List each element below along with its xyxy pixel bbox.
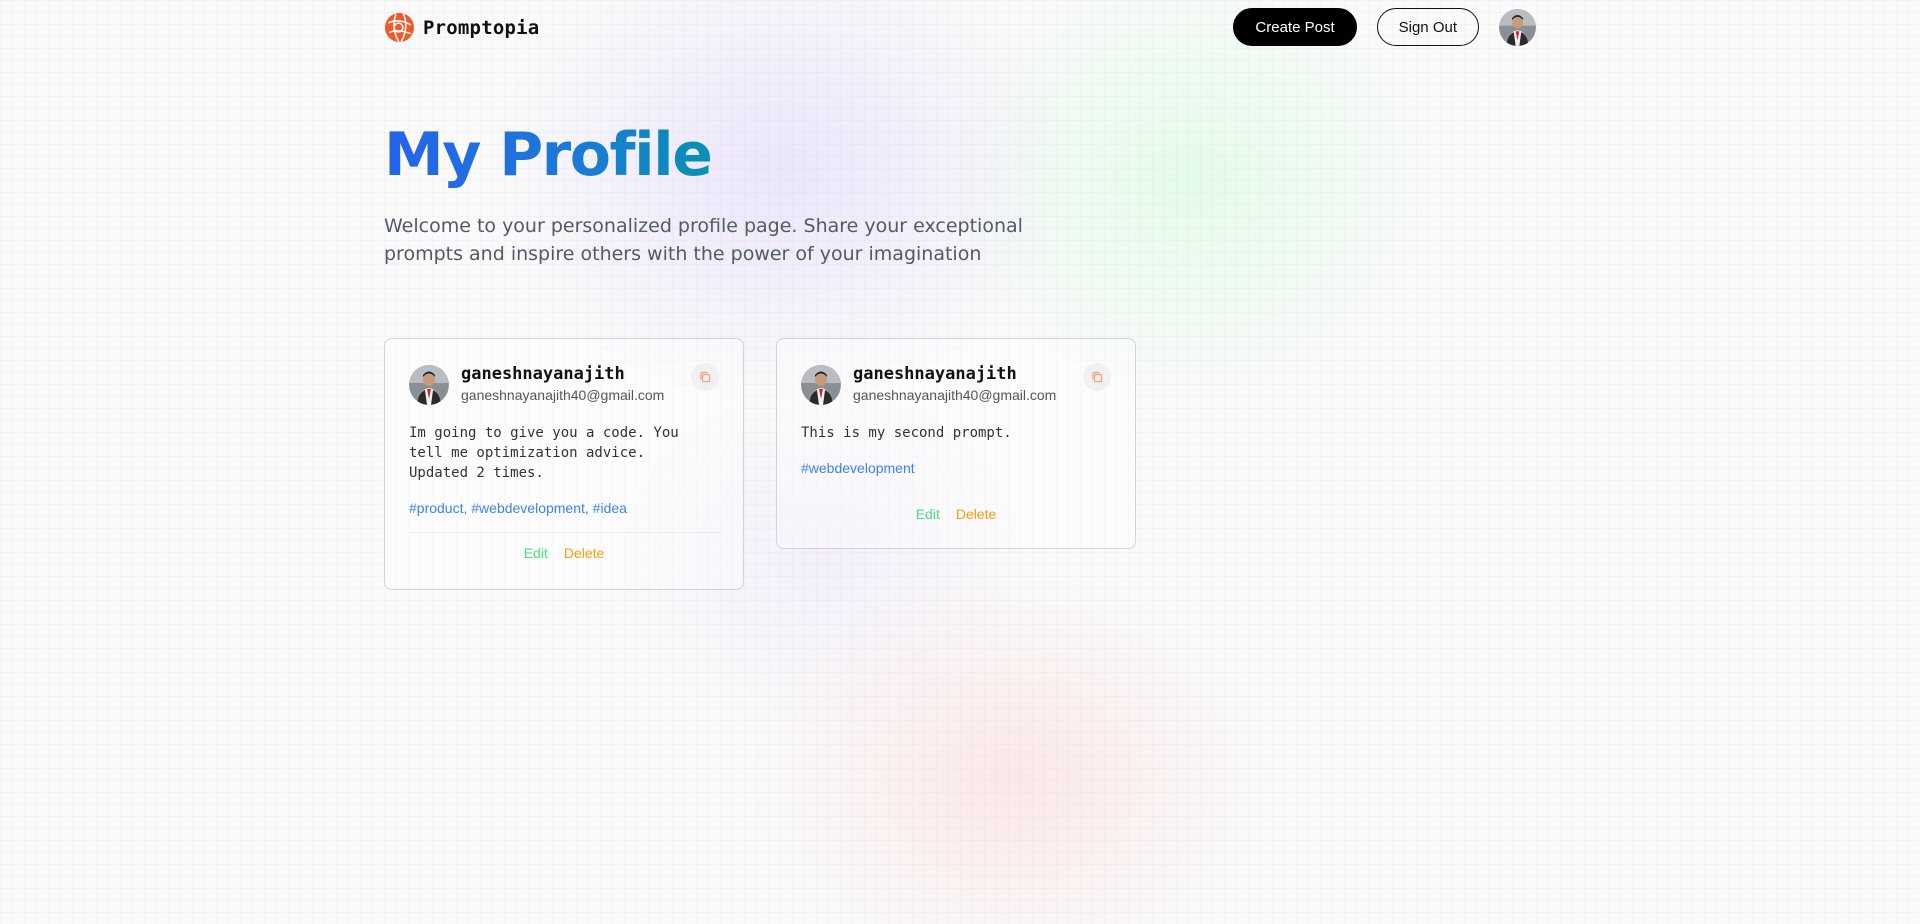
card-header: ganeshnayanajith ganeshnayanajith40@gmai… [801,363,1111,405]
prompt-card: ganeshnayanajith ganeshnayanajith40@gmai… [384,338,744,590]
card-actions: Edit Delete [801,500,1111,522]
brand-name: Promptopia [423,16,540,39]
card-avatar[interactable] [409,365,449,405]
copy-icon [700,371,711,383]
delete-button[interactable]: Delete [956,506,996,522]
delete-button[interactable]: Delete [564,545,604,561]
page-title: My Profile [384,120,713,190]
globe-logo-icon [384,12,415,43]
top-nav: Promptopia Create Post Sign Out [384,8,1536,48]
card-email: ganeshnayanajith40@gmail.com [853,387,1057,403]
card-user-info[interactable]: ganeshnayanajith ganeshnayanajith40@gmai… [853,363,1056,404]
user-avatar[interactable] [1499,8,1536,46]
card-avatar[interactable] [801,365,841,405]
card-header: ganeshnayanajith ganeshnayanajith40@gmai… [409,363,719,405]
card-username: ganeshnayanajith [461,364,625,384]
card-tags[interactable]: #webdevelopment [801,460,1111,476]
create-post-button[interactable]: Create Post [1233,8,1357,46]
card-prompt-text: This is my second prompt. [801,425,1012,441]
page-subtitle: Welcome to your personalized profile pag… [384,215,1023,265]
brand-link[interactable]: Promptopia [384,12,539,43]
nav-actions: Create Post Sign Out [1233,8,1536,46]
card-actions: Edit Delete [409,532,719,561]
copy-icon [1092,371,1103,383]
card-user-info[interactable]: ganeshnayanajith ganeshnayanajith40@gmai… [461,363,664,404]
edit-button[interactable]: Edit [916,506,940,522]
page: Promptopia Create Post Sign Out My Profi… [0,0,1920,924]
copy-button[interactable] [691,363,719,391]
card-email: ganeshnayanajith40@gmail.com [461,387,665,403]
copy-button[interactable] [1083,363,1111,391]
card-prompt-text: Im going to give you a code. You tell me… [409,425,679,481]
sign-out-button[interactable]: Sign Out [1376,8,1479,46]
card-tags[interactable]: #product, #webdevelopment, #idea [409,500,719,516]
card-username: ganeshnayanajith [853,364,1017,384]
prompt-card: ganeshnayanajith ganeshnayanajith40@gmai… [776,338,1136,549]
edit-button[interactable]: Edit [524,545,548,561]
